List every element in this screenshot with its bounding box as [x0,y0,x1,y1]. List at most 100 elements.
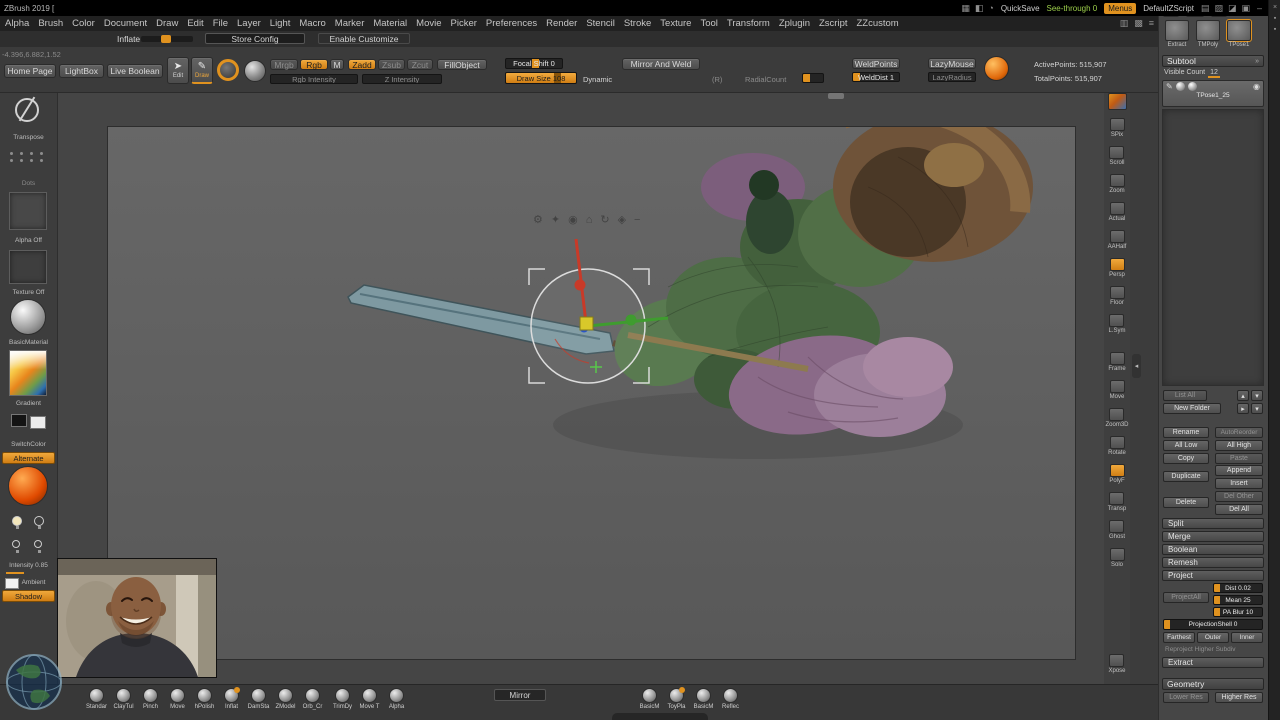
copy-button[interactable]: Copy [1163,453,1209,464]
right-scroll-strip[interactable]: × ▪ ▪ [1268,0,1280,720]
quicksave-button[interactable]: QuickSave [1001,4,1040,13]
tool-thumbnail[interactable]: TPose1 [1226,19,1252,48]
menu-item[interactable]: Brush [38,18,63,29]
zadd-toggle[interactable]: Zadd [348,59,376,70]
tool-grid-icon[interactable]: ▥ [1120,19,1129,28]
intensity-slider[interactable] [6,572,24,574]
bpr-render-icon[interactable] [1107,93,1127,110]
brush-item[interactable]: Move [165,688,190,710]
folder-prev-button[interactable]: ▸ [1237,403,1249,414]
menu-item[interactable]: Light [270,18,291,29]
menu-item[interactable]: Layer [237,18,261,29]
split-section[interactable]: Split [1162,518,1264,529]
new-folder-button[interactable]: New Folder [1163,403,1221,414]
shelf-toggle[interactable]: Actual [1109,202,1125,222]
shelf-toggle[interactable]: Zoom3D [1105,408,1129,428]
extract-section[interactable]: Extract [1162,657,1264,668]
split-view-icon[interactable]: ◪ [1228,3,1237,13]
menu-item[interactable]: Movie [416,18,441,29]
document-canvas[interactable]: ⚙ ✦ ◉ ⌂ ↻ ◈ − [107,126,1076,660]
append-button[interactable]: Append [1215,465,1263,476]
light-bulb-icon[interactable] [34,516,44,529]
shelf-toggle[interactable]: Floor [1109,286,1125,306]
remesh-section[interactable]: Remesh [1162,557,1264,568]
brush-item[interactable]: DamSta [246,688,271,710]
gyro-icon[interactable] [217,59,239,81]
dynamic-toggle[interactable]: Dynamic [583,75,612,84]
outer-toggle[interactable]: Outer [1197,632,1229,643]
radialcount-slider[interactable] [802,73,824,83]
brush-item[interactable]: TrimDy [330,688,355,710]
subtool-list[interactable] [1162,109,1264,386]
swatch-icon[interactable]: ▩ [1134,19,1143,28]
menu-item[interactable]: File [213,18,228,29]
projectionshell-slider[interactable]: ProjectionShell 0 [1163,619,1263,630]
menu-item[interactable]: Color [72,18,95,29]
shelf-toggle[interactable]: L.Sym [1108,314,1126,334]
light-bulb-icon[interactable] [12,540,20,553]
brush-item[interactable]: Pinch [138,688,163,710]
subtool-down-button[interactable]: ▾ [1251,390,1263,401]
material-preview-icon[interactable] [244,60,266,82]
menu-lines-icon[interactable]: ≡ [1149,19,1154,28]
doc-grid-icon[interactable]: ▦ [961,3,970,13]
brush-item[interactable]: ClayTul [111,688,136,710]
shelf-toggle[interactable]: Move [1109,380,1125,400]
menu-item[interactable]: Preferences [486,18,537,29]
rgb-intensity-slider[interactable]: Rgb Intensity [270,74,358,84]
material-item[interactable]: BasicM [691,688,716,710]
del-all-button[interactable]: Del All [1215,504,1263,515]
shelf-toggle[interactable]: AAHalf [1108,230,1126,250]
xpose-toggle[interactable]: Xpose [1108,654,1126,674]
delete-button[interactable]: Delete [1163,497,1209,508]
zcut-toggle[interactable]: Zcut [407,59,433,70]
brush-item[interactable]: ZModel [273,688,298,710]
brush-item[interactable]: Standar [84,688,109,710]
all-high-button[interactable]: All High [1215,440,1263,451]
menu-item[interactable]: Document [104,18,147,29]
menu-item[interactable]: Picker [451,18,477,29]
brush-item[interactable]: Orb_Cr [300,688,325,710]
stroke-dots-icon[interactable] [10,152,46,162]
shelf-toggle[interactable]: Solo [1109,548,1125,568]
material-selector[interactable] [10,299,46,335]
material-item[interactable]: Reflec [718,688,743,710]
main-color-swatch[interactable] [11,414,27,427]
shelf-toggle[interactable]: Zoom [1109,174,1125,194]
z-intensity-slider[interactable]: Z Intensity [362,74,442,84]
brush-item[interactable]: Alpha [384,688,409,710]
pa-blur-slider[interactable]: PA Blur 10 [1213,607,1263,617]
color-picker[interactable] [9,350,47,396]
visible-count[interactable]: Visible Count 12 [1164,69,1220,78]
folder-next-button[interactable]: ▾ [1251,403,1263,414]
menu-item[interactable]: Stroke [624,18,651,29]
shelf-toggle[interactable]: Rotate [1108,436,1126,456]
menu-item[interactable]: Macro [299,18,325,29]
material-item[interactable]: ToyPla [664,687,689,710]
mirror-button[interactable]: Mirror [494,689,546,701]
merge-section[interactable]: Merge [1162,531,1264,542]
screen-icon[interactable]: ▣ [1241,3,1250,13]
shelf-toggle[interactable]: Persp [1109,258,1125,278]
insert-button[interactable]: Insert [1215,478,1263,489]
secondary-color-swatch[interactable] [30,416,46,429]
project-section[interactable]: Project [1162,570,1264,581]
duplicate-button[interactable]: Duplicate [1163,471,1209,482]
rgb-toggle[interactable]: Rgb [300,59,328,70]
mrgb-toggle[interactable]: Mrgb [270,59,298,70]
shelf-toggle[interactable]: Frame [1108,352,1126,372]
tool-thumbnail[interactable]: TMPoly [1195,20,1221,48]
pen-icon[interactable]: ✎ [1166,82,1173,91]
subtool-up-button[interactable]: ▴ [1237,390,1249,401]
taskbar-peek-tab[interactable] [612,713,708,720]
menu-item[interactable]: Zscript [819,18,848,29]
history-icon[interactable]: ◔ [988,3,993,13]
home-page-button[interactable]: Home Page [4,64,56,78]
geometry-header[interactable]: Geometry [1162,678,1264,690]
draw-size-slider[interactable]: Draw Size 108 [505,72,577,84]
shelf-toggle[interactable]: SPix [1109,118,1125,138]
subtool-list-item[interactable]: ✎ ◉ TPose1_25 [1162,80,1264,107]
transpose-icon[interactable] [15,98,39,122]
draw-button[interactable]: ✎ Draw [191,57,213,84]
shelf-toggle[interactable]: Scroll [1109,146,1125,166]
